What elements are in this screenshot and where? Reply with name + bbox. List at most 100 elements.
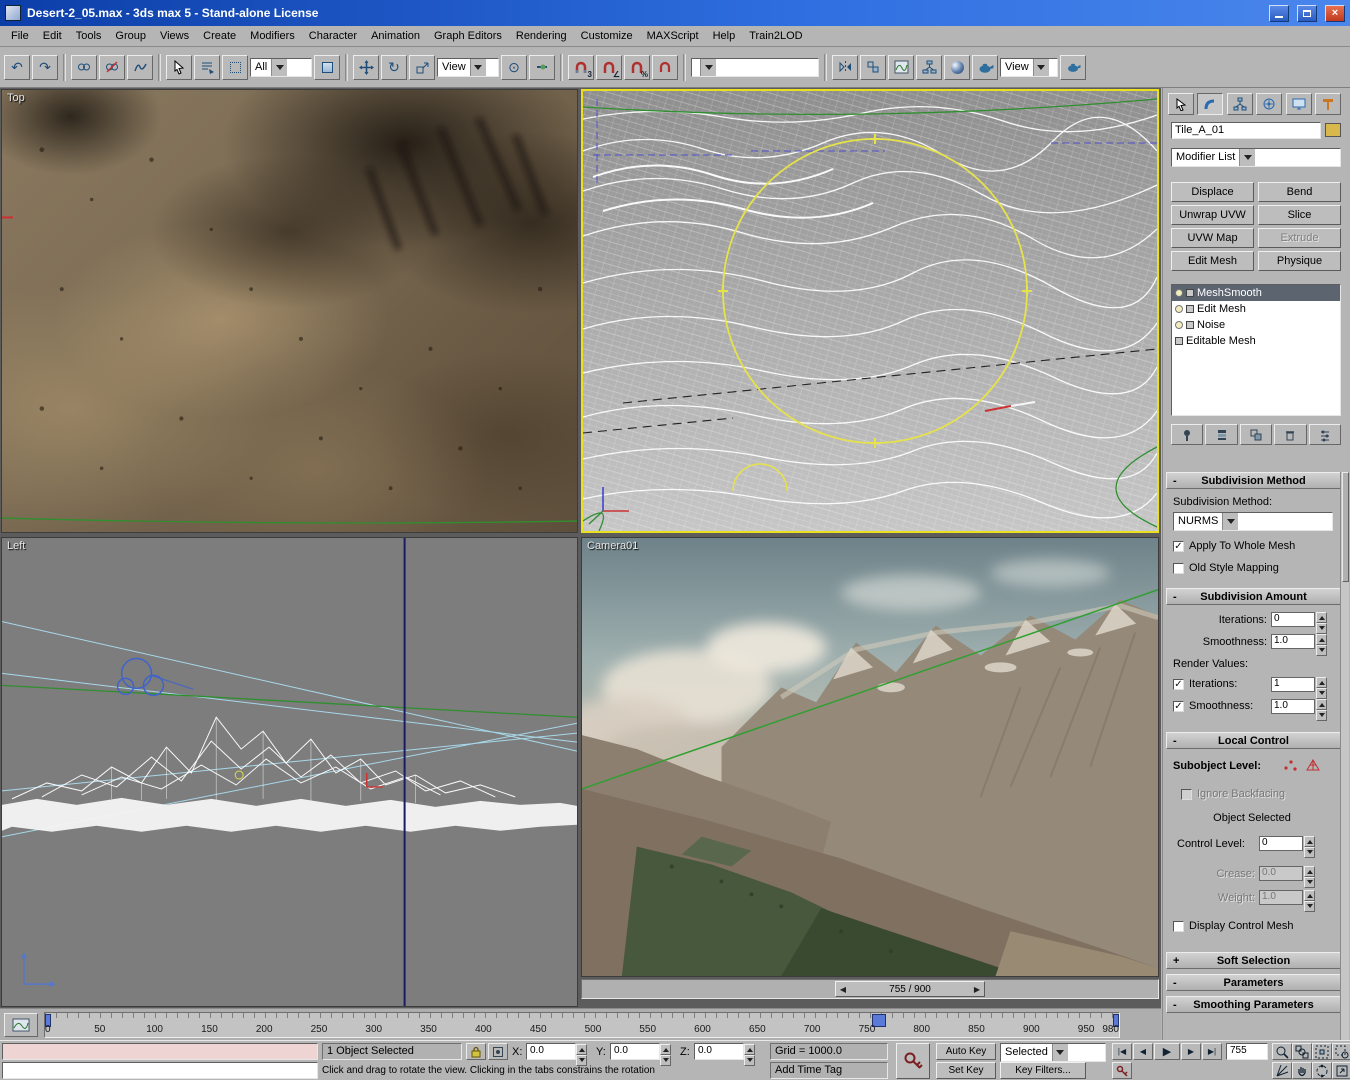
- rollout-subdivision-amount[interactable]: - Subdivision Amount: [1166, 588, 1341, 605]
- make-unique-button[interactable]: [1239, 424, 1273, 445]
- x-spinner[interactable]: [576, 1044, 587, 1066]
- stack-item-editable-mesh[interactable]: Editable Mesh: [1172, 333, 1340, 349]
- snap-toggle-button[interactable]: 3: [568, 54, 594, 80]
- previous-frame-button[interactable]: ◀: [1133, 1043, 1153, 1060]
- render-smoothness-spinner[interactable]: [1316, 699, 1327, 721]
- z-spinner[interactable]: [744, 1044, 755, 1066]
- pan-button[interactable]: [1292, 1062, 1312, 1079]
- panel-scrollbar[interactable]: [1340, 472, 1349, 1040]
- selection-filter-dropdown[interactable]: All: [250, 57, 312, 77]
- menu-item-help[interactable]: Help: [706, 28, 743, 44]
- tab-motion[interactable]: [1256, 93, 1283, 115]
- time-slider-track[interactable]: ◀ 755 / 900 ▶: [581, 979, 1159, 999]
- iterations-field[interactable]: 0: [1271, 612, 1315, 627]
- tab-utilities[interactable]: [1314, 93, 1341, 115]
- zoom-region-button[interactable]: [1332, 1043, 1350, 1060]
- stack-item-edit-mesh[interactable]: Edit Mesh: [1172, 301, 1340, 317]
- rollout-soft-selection[interactable]: + Soft Selection: [1166, 952, 1341, 969]
- percent-snap-button[interactable]: %: [624, 54, 650, 80]
- time-slider-left-arrow-icon[interactable]: ◀: [836, 985, 850, 994]
- old-style-mapping-checkbox[interactable]: Old Style Mapping: [1173, 562, 1279, 574]
- select-object-button[interactable]: [166, 54, 192, 80]
- modifier-button-displace[interactable]: Displace: [1171, 182, 1254, 202]
- rollout-parameters[interactable]: - Parameters: [1166, 974, 1341, 991]
- viewport-camera[interactable]: Camera01: [581, 537, 1159, 977]
- menu-item-character[interactable]: Character: [302, 28, 364, 44]
- zoom-button[interactable]: [1272, 1043, 1292, 1060]
- viewport-perspective[interactable]: [581, 89, 1159, 533]
- viewport-top[interactable]: Top: [1, 89, 578, 533]
- display-control-mesh-checkbox[interactable]: Display Control Mesh: [1173, 920, 1294, 932]
- named-selection-dropdown[interactable]: [691, 57, 819, 77]
- select-and-rotate-button[interactable]: ↻: [381, 54, 407, 80]
- menu-item-file[interactable]: File: [4, 28, 36, 44]
- close-button[interactable]: ×: [1325, 4, 1345, 22]
- select-and-link-button[interactable]: [71, 54, 97, 80]
- pin-stack-button[interactable]: [1171, 424, 1204, 445]
- subobject-vertex-button[interactable]: [1283, 758, 1297, 775]
- select-by-name-button[interactable]: [194, 54, 220, 80]
- apply-to-whole-mesh-checkbox[interactable]: ✓ Apply To Whole Mesh: [1173, 540, 1295, 552]
- modifier-button-slice[interactable]: Slice: [1258, 205, 1341, 225]
- select-and-scale-button[interactable]: [409, 54, 435, 80]
- angle-snap-button[interactable]: ∠: [596, 54, 622, 80]
- render-iterations-field[interactable]: 1: [1271, 677, 1315, 692]
- set-key-mode-button[interactable]: [896, 1043, 930, 1079]
- key-mode-dropdown[interactable]: Selected: [1000, 1043, 1106, 1062]
- menu-item-edit[interactable]: Edit: [36, 28, 69, 44]
- selection-lock-button[interactable]: [466, 1043, 486, 1060]
- time-slider-button[interactable]: ◀ 755 / 900 ▶: [835, 981, 985, 997]
- modifier-button-unwrap-uvw[interactable]: Unwrap UVW: [1171, 205, 1254, 225]
- menu-item-views[interactable]: Views: [153, 28, 196, 44]
- stack-item-meshsmooth[interactable]: MeshSmooth: [1172, 285, 1340, 301]
- window-crossing-toggle[interactable]: [314, 54, 340, 80]
- coord-system-dropdown[interactable]: View: [437, 57, 499, 77]
- field-of-view-button[interactable]: [1272, 1062, 1292, 1079]
- modifier-enable-bulb-icon[interactable]: [1175, 289, 1183, 297]
- arc-rotate-button[interactable]: [1312, 1062, 1332, 1079]
- configure-modifier-sets-button[interactable]: [1308, 424, 1342, 445]
- modifier-enable-bulb-icon[interactable]: [1175, 321, 1183, 329]
- modifier-button-physique[interactable]: Physique: [1258, 251, 1341, 271]
- modifier-list-dropdown[interactable]: Modifier List: [1171, 148, 1341, 167]
- maxscript-listener-pink[interactable]: [2, 1043, 318, 1060]
- schematic-view-button[interactable]: [916, 54, 942, 80]
- auto-key-button[interactable]: Auto Key: [936, 1043, 996, 1060]
- next-frame-button[interactable]: ▶: [1181, 1043, 1201, 1060]
- maxscript-listener-white[interactable]: [2, 1062, 318, 1079]
- subobject-lattice-button[interactable]: [1305, 758, 1321, 775]
- modifier-enable-bulb-icon[interactable]: [1175, 305, 1183, 313]
- menu-item-maxscript[interactable]: MAXScript: [640, 28, 706, 44]
- undo-button[interactable]: ↶: [4, 54, 30, 80]
- menu-item-graph-editors[interactable]: Graph Editors: [427, 28, 509, 44]
- render-iterations-spinner[interactable]: [1316, 677, 1327, 699]
- spinner-snap-button[interactable]: [652, 54, 678, 80]
- mirror-button[interactable]: [832, 54, 858, 80]
- mini-curve-editor-button[interactable]: [4, 1013, 38, 1037]
- go-to-end-button[interactable]: ▶|: [1202, 1043, 1222, 1060]
- select-and-manipulate-button[interactable]: [529, 54, 555, 80]
- key-filters-button[interactable]: Key Filters...: [1000, 1062, 1086, 1079]
- menu-item-group[interactable]: Group: [108, 28, 153, 44]
- render-type-dropdown[interactable]: View: [1000, 57, 1058, 77]
- subdivision-method-dropdown[interactable]: NURMS: [1173, 512, 1333, 531]
- render-smoothness-field[interactable]: 1.0: [1271, 699, 1315, 714]
- unlink-selection-button[interactable]: [99, 54, 125, 80]
- render-iterations-checkbox[interactable]: ✓ Iterations:: [1173, 678, 1237, 690]
- quick-render-button[interactable]: [1060, 54, 1086, 80]
- play-button[interactable]: ▶: [1154, 1043, 1180, 1060]
- menu-item-animation[interactable]: Animation: [364, 28, 427, 44]
- menu-item-create[interactable]: Create: [196, 28, 243, 44]
- object-name-field[interactable]: Tile_A_01: [1171, 122, 1321, 139]
- control-level-field[interactable]: 0: [1259, 836, 1303, 851]
- menu-item-train2lod[interactable]: Train2LOD: [742, 28, 809, 44]
- smoothness-spinner[interactable]: [1316, 634, 1327, 656]
- redo-button[interactable]: ↷: [32, 54, 58, 80]
- panel-scrollbar-thumb[interactable]: [1342, 472, 1349, 582]
- remove-modifier-button[interactable]: [1274, 424, 1307, 445]
- show-end-result-button[interactable]: [1205, 424, 1238, 445]
- render-scene-button[interactable]: [972, 54, 998, 80]
- rollout-subdivision-method[interactable]: - Subdivision Method: [1166, 472, 1341, 489]
- iterations-spinner[interactable]: [1316, 612, 1327, 634]
- restore-button[interactable]: [1297, 4, 1317, 22]
